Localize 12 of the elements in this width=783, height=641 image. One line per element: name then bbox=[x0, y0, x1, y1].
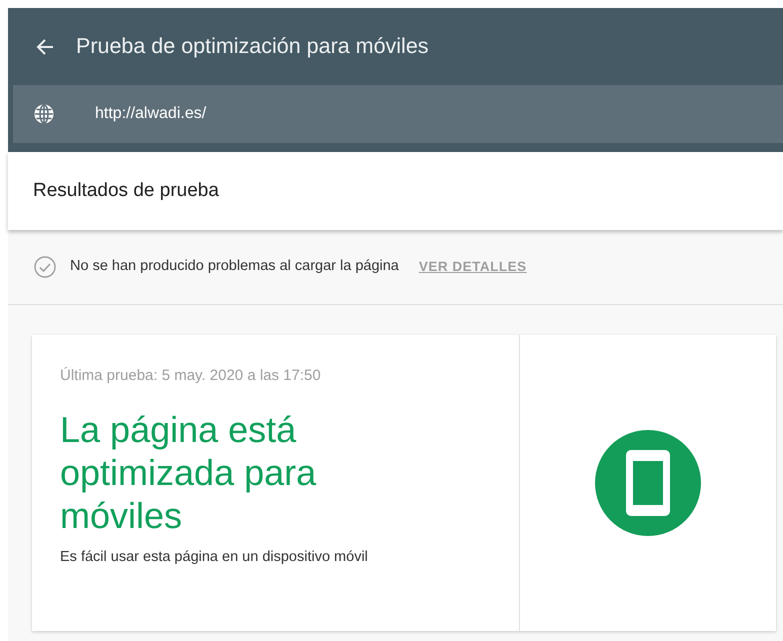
last-test-date: Última prueba: 5 may. 2020 a las 17:50 bbox=[60, 366, 322, 386]
status-message: No se han producido problemas al cargar la página bbox=[70, 257, 399, 276]
back-arrow-icon[interactable] bbox=[36, 38, 54, 56]
mobile-phone-icon bbox=[595, 430, 701, 536]
result-headline: La página está optimizada para móviles bbox=[60, 408, 318, 538]
section-title: Resultados de prueba bbox=[33, 178, 219, 203]
check-circle-icon bbox=[34, 256, 56, 278]
result-description: Es fácil usar esta página en un dispositivo móvil bbox=[60, 548, 369, 568]
globe-icon bbox=[33, 103, 55, 125]
url-bar[interactable]: http://alwadi.es/ bbox=[13, 85, 783, 143]
page-title: Prueba de optimización para móviles bbox=[76, 33, 429, 60]
url-text: http://alwadi.es/ bbox=[95, 104, 206, 124]
